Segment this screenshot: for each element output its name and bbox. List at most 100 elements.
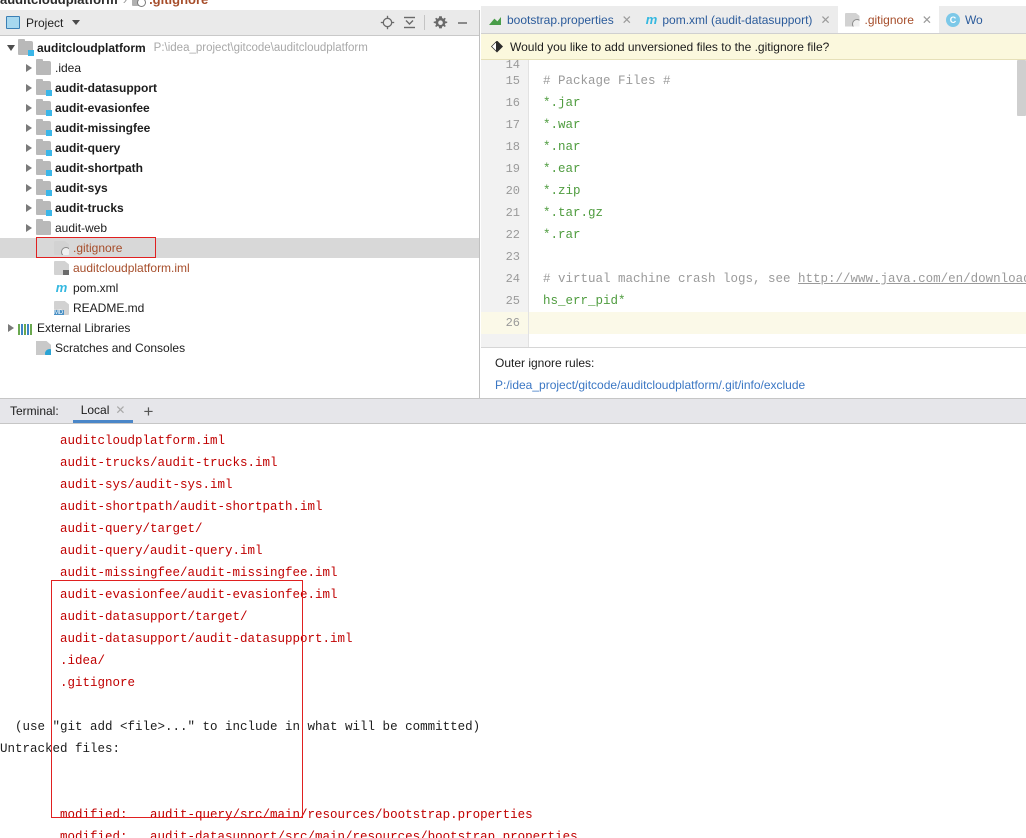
tree-row[interactable]: audit-evasionfee <box>0 98 479 118</box>
tree-item-label: auditcloudplatform <box>37 41 146 55</box>
code-line[interactable]: *.tar.gz <box>543 202 1026 224</box>
project-panel-title-group[interactable]: Project <box>6 16 81 30</box>
code-pattern: *.ear <box>543 162 581 176</box>
terminal-label: Terminal: <box>10 404 59 418</box>
close-icon[interactable]: ✕ <box>922 13 932 27</box>
chevron-right-icon[interactable] <box>22 64 36 72</box>
close-icon[interactable]: ✕ <box>622 13 632 27</box>
chevron-right-icon[interactable] <box>22 164 36 172</box>
breadcrumb-file[interactable]: .gitignore <box>149 0 208 7</box>
code-line[interactable]: *.jar <box>543 92 1026 114</box>
editor-tab-label: Wo <box>964 12 983 27</box>
tree-item-label: audit-evasionfee <box>55 101 150 115</box>
code-line[interactable]: hs_err_pid* <box>543 290 1026 312</box>
terminal-line: auditcloudplatform.iml <box>0 434 226 448</box>
code-comment: # virtual machine crash logs, see <box>543 272 799 286</box>
tree-row[interactable]: auditcloudplatform.iml <box>0 258 479 278</box>
notification-message: Would you like to add unversioned files … <box>510 39 830 54</box>
chevron-right-icon[interactable] <box>22 184 36 192</box>
code-line[interactable]: *.ear <box>543 158 1026 180</box>
tree-row[interactable]: README.md <box>0 298 479 318</box>
tree-item-label: README.md <box>73 301 145 315</box>
tree-row[interactable]: audit-missingfee <box>0 118 479 138</box>
code-editor[interactable]: 14 15 16 17 18 19 20 21 22 23 24 25 26 # Package Fil… <box>481 60 1026 347</box>
terminal-line: modified: audit-datasupport/src/main/res… <box>0 830 578 838</box>
chevron-right-icon[interactable] <box>22 224 36 232</box>
code-line[interactable]: *.zip <box>543 180 1026 202</box>
add-terminal-button[interactable]: + <box>133 399 163 423</box>
code-line[interactable]: # Package Files # <box>543 70 1026 92</box>
tree-row[interactable]: audit-query <box>0 138 479 158</box>
code-pattern: *.war <box>543 118 581 132</box>
code-url-link[interactable]: http://www.java.com/en/download/he <box>798 272 1026 286</box>
tree-row[interactable]: auditcloudplatform P:\idea_project\gitcod… <box>0 38 479 58</box>
module-folder-icon <box>36 99 52 116</box>
chevron-right-icon[interactable] <box>22 104 36 112</box>
outer-rules-link[interactable]: P:/idea_project/gitcode/auditcloudplatfo… <box>495 378 1026 392</box>
editor-scrollbar[interactable] <box>1017 60 1026 116</box>
scratches-icon <box>36 341 51 355</box>
editor-tab[interactable]: m pom.xml (audit-datasupport) ✕ <box>639 6 838 33</box>
code-content[interactable]: # Package Files # *.jar *.war *.nar *.ear *.z… <box>529 60 1026 347</box>
editor-tab[interactable]: .gitignore ✕ <box>837 6 939 33</box>
tree-row[interactable]: audit-shortpath <box>0 158 479 178</box>
gear-icon[interactable] <box>429 12 451 34</box>
tree-row[interactable]: External Libraries <box>0 318 479 338</box>
chevron-right-icon[interactable] <box>22 124 36 132</box>
code-line[interactable]: # virtual machine crash logs, see http:/… <box>543 268 1026 290</box>
module-folder-icon <box>36 199 52 216</box>
notification-banner[interactable]: Would you like to add unversioned files … <box>481 34 1026 60</box>
tree-item-label: .idea <box>55 61 82 75</box>
chevron-down-icon[interactable] <box>4 45 18 51</box>
close-icon[interactable]: ✕ <box>115 403 125 417</box>
code-line[interactable]: *.rar <box>543 224 1026 246</box>
breadcrumb-project[interactable]: auditcloudplatform <box>0 0 118 7</box>
collapse-all-icon[interactable] <box>398 12 420 34</box>
line-number: 25 <box>505 294 520 308</box>
chevron-right-icon[interactable] <box>22 144 36 152</box>
code-line[interactable] <box>543 60 1026 70</box>
editor-tab-bar: bootstrap.properties ✕ m pom.xml (audit-dat… <box>481 6 1026 34</box>
terminal-output[interactable]: auditcloudplatform.iml audit-trucks/audi… <box>0 424 1026 838</box>
chevron-right-icon[interactable] <box>4 324 18 332</box>
java-class-icon: C <box>945 12 960 27</box>
terminal-line: audit-datasupport/target/ <box>0 610 248 624</box>
minimize-icon[interactable] <box>451 12 473 34</box>
project-tool-window: Project auditcloudplatform P:\idea_proje… <box>0 10 480 398</box>
outer-ignore-rules-section: Outer ignore rules: P:/idea_project/gitc… <box>481 347 1026 398</box>
chevron-right-icon[interactable] <box>22 84 36 92</box>
tree-row[interactable]: audit-sys <box>0 178 479 198</box>
terminal-line: audit-missingfee/audit-missingfee.iml <box>0 566 338 580</box>
terminal-line: audit-evasionfee/audit-evasionfee.iml <box>0 588 338 602</box>
tree-item-label: audit-web <box>55 221 108 235</box>
code-line[interactable] <box>529 312 1026 334</box>
code-line[interactable]: *.nar <box>543 136 1026 158</box>
chevron-down-icon[interactable] <box>72 20 81 25</box>
line-number: 19 <box>505 162 520 176</box>
tree-row[interactable]: Scratches and Consoles <box>0 338 479 358</box>
project-file-tree[interactable]: auditcloudplatform P:\idea_project\gitcod… <box>0 36 479 398</box>
code-pattern: *.tar.gz <box>543 206 604 220</box>
module-folder-icon <box>36 119 52 136</box>
locate-icon[interactable] <box>376 12 398 34</box>
close-icon[interactable]: ✕ <box>820 13 830 27</box>
terminal-line: audit-query/target/ <box>0 522 203 536</box>
code-pattern: *.zip <box>543 184 581 198</box>
tree-row[interactable]: audit-datasupport <box>0 78 479 98</box>
editor-tab[interactable]: C Wo <box>939 6 990 33</box>
line-number: 16 <box>505 96 520 110</box>
tree-row[interactable]: audit-trucks <box>0 198 479 218</box>
line-number: 22 <box>505 228 520 242</box>
terminal-tab-local[interactable]: Local ✕ <box>72 399 134 423</box>
code-line[interactable]: *.war <box>543 114 1026 136</box>
tree-row[interactable]: m pom.xml <box>0 278 479 298</box>
chevron-right-icon[interactable] <box>22 204 36 212</box>
tree-row[interactable]: audit-web <box>0 218 479 238</box>
editor-tab[interactable]: bootstrap.properties ✕ <box>481 6 639 33</box>
code-line[interactable] <box>543 246 1026 268</box>
line-number: 17 <box>505 118 520 132</box>
tree-row[interactable]: .gitignore <box>0 238 479 258</box>
tree-row[interactable]: .idea <box>0 58 479 78</box>
line-number: 23 <box>505 250 520 264</box>
